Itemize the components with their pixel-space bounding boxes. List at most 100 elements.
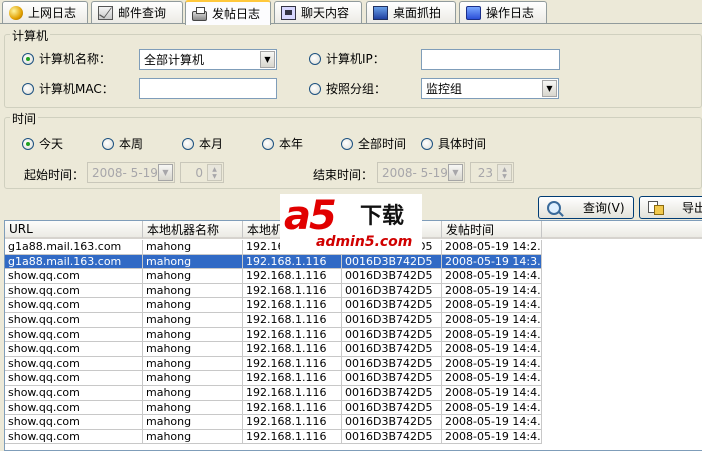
radio-this-year[interactable]: 本年 [262,135,303,152]
tab-desktop-capture[interactable]: 桌面抓拍 [366,1,456,23]
button-label: 导出 [682,201,702,215]
table-row[interactable]: g1a88.mail.163.commahong192.168.1.116001… [5,240,542,255]
computer-legend: 计算机 [10,27,51,44]
table-cell: 192.168.1.116 [243,312,342,328]
table-cell: show.qq.com [5,342,143,357]
globe-icon [9,5,23,20]
post-log-table[interactable]: URL 本地机器名称 本地机 发帖时间 g1a88.mail.163.com ma… [4,220,702,451]
table-cell: 2008-05-19 14:4... [442,400,542,416]
table-row[interactable]: show.qq.com mahong 192.168.1.116 0016D3B742… [5,356,542,372]
end-date-picker[interactable]: 2008- 5-19 ▼ [377,162,465,183]
chevron-down-icon[interactable]: ▼ [260,51,275,68]
radio-computer-ip[interactable]: 计算机IP： [309,50,385,67]
chevron-down-icon[interactable]: ▼ [542,80,557,97]
table-cell: 0016D3B742D5 [342,429,442,445]
spin-arrows-icon[interactable]: ▲ ▼ [497,164,512,181]
table-cell: 192.168.1.116 [243,327,342,343]
header-post-time[interactable]: 发帖时间 [442,221,542,239]
table-cell: 192.168.1.116 [243,356,342,372]
table-row[interactable]: show.qq.com mahong 192.168.1.116 0016D3B742… [5,415,542,430]
table-cell: 2008-05-19 14:4... [442,371,542,386]
radio-dot [309,52,321,65]
query-button[interactable]: 查询(V) [538,196,634,219]
computer-name-select[interactable]: 全部计算机 ▼ [139,49,277,70]
stepper-value: 23 [477,165,493,180]
start-date-picker[interactable]: 2008- 5-19 ▼ [87,162,175,183]
tab-mail-query[interactable]: 邮件查询 [91,1,183,23]
header-url[interactable]: URL [5,221,143,239]
tab-label: 桌面抓拍 [393,6,442,20]
table-cell: g1a88.mail.163.com [5,254,143,270]
watermark-download-text: 下载 [360,204,405,229]
tab-operation-log[interactable]: 操作日志 [459,1,547,23]
table-cell: 0016D3B742D5 [342,342,442,357]
printer-icon [192,6,207,21]
tab-chat-content[interactable]: 聊天内容 [274,1,362,23]
radio-specific-time[interactable]: 具体时间 [421,135,486,152]
table-cell: show.qq.com [5,269,143,284]
radio-label: 全部时间 [358,137,407,151]
select-value: 2008- 5-19 [382,165,448,180]
computer-mac-input[interactable] [139,78,277,99]
table-row[interactable]: show.qq.com mahong 192.168.1.116 0016D3B742… [5,400,542,416]
time-legend: 时间 [10,110,39,127]
select-value: 2008- 5-19 [92,165,158,180]
radio-label: 今天 [39,137,64,151]
tab-web-log[interactable]: 上网日志 [2,1,88,23]
table-row[interactable]: show.qq.com mahong 192.168.1.116 0016D3B742… [5,342,542,357]
radio-this-month[interactable]: 本月 [182,135,223,152]
chevron-down-icon[interactable]: ▼ [158,164,173,181]
table-cell: mahong [143,385,243,401]
table-cell: 192.168.1.116 [243,371,342,386]
radio-dot [262,137,274,150]
spin-arrows-icon[interactable]: ▲ ▼ [207,164,222,181]
radio-all-time[interactable]: 全部时间 [341,135,406,152]
tab-post-log[interactable]: 发帖日志 [185,0,271,25]
chat-icon [281,5,296,20]
computer-ip-input[interactable] [421,49,560,70]
table-row[interactable]: show.qq.com mahong 192.168.1.116 0016D3B742… [5,371,542,386]
table-cell: mahong [143,371,243,386]
radio-computer-name[interactable]: 计算机名称： [22,50,111,67]
header-local-machine-name[interactable]: 本地机器名称 [143,221,243,239]
end-hour-stepper[interactable]: 23 ▲ ▼ [470,162,514,183]
table-row[interactable]: show.qq.com mahong 192.168.1.116 0016D3B742… [5,385,542,401]
table-cell: 0016D3B742D5 [342,400,442,416]
table-row[interactable]: show.qq.com mahong 192.168.1.116 0016D3B742… [5,283,542,299]
table-cell: 0016D3B742D5 [342,327,442,343]
table-row[interactable]: show.qq.com mahong 192.168.1.116 0016D3B742… [5,298,542,313]
table-row[interactable]: show.qq.com mahong 192.168.1.116 0016D3B742… [5,327,542,343]
group-select[interactable]: 监控组 ▼ [421,78,559,99]
table-cell: g1a88.mail.163.com [5,240,143,255]
table-cell: 192.168.1.116 [243,385,342,401]
table-cell: 2008-05-19 14:4... [442,429,542,445]
table-cell: 2008-05-19 14:2... [442,240,542,255]
table-row[interactable]: g1a88.mail.163.commahong192.168.1.116001… [5,254,542,270]
tab-label: 发帖日志 [212,7,261,21]
radio-today[interactable]: 今天 [22,135,63,152]
chevron-down-icon[interactable]: ▼ [448,164,463,181]
export-button[interactable]: 导出 [639,196,702,219]
table-row[interactable]: show.qq.com mahong 192.168.1.116 0016D3B742… [5,429,542,445]
radio-label: 计算机名称： [39,52,112,66]
radio-label: 按照分组： [326,82,387,96]
radio-by-group[interactable]: 按照分组： [309,80,386,97]
table-cell: 2008-05-19 14:4... [442,269,542,284]
radio-dot [421,137,433,150]
table-cell: mahong [143,429,243,445]
table-cell: 0016D3B742D5 [342,298,442,313]
table-cell: 192.168.1.116 [243,429,342,445]
select-value: 监控组 [426,82,463,96]
radio-this-week[interactable]: 本周 [102,135,143,152]
radio-dot [22,82,34,95]
start-hour-stepper[interactable]: 0 ▲ ▼ [180,162,224,183]
end-time-label: 结束时间： [313,168,374,182]
table-cell: 2008-05-19 14:4... [442,342,542,357]
button-label: 查询(V) [583,201,625,215]
table-cell: show.qq.com [5,371,143,386]
table-row[interactable]: show.qq.com mahong 192.168.1.116 0016D3B742… [5,312,542,328]
table-cell: mahong [143,240,243,255]
table-row[interactable]: show.qq.com mahong 192.168.1.116 0016D3B742… [5,269,542,284]
tab-label: 操作日志 [486,6,535,20]
radio-computer-mac[interactable]: 计算机MAC： [22,80,114,97]
